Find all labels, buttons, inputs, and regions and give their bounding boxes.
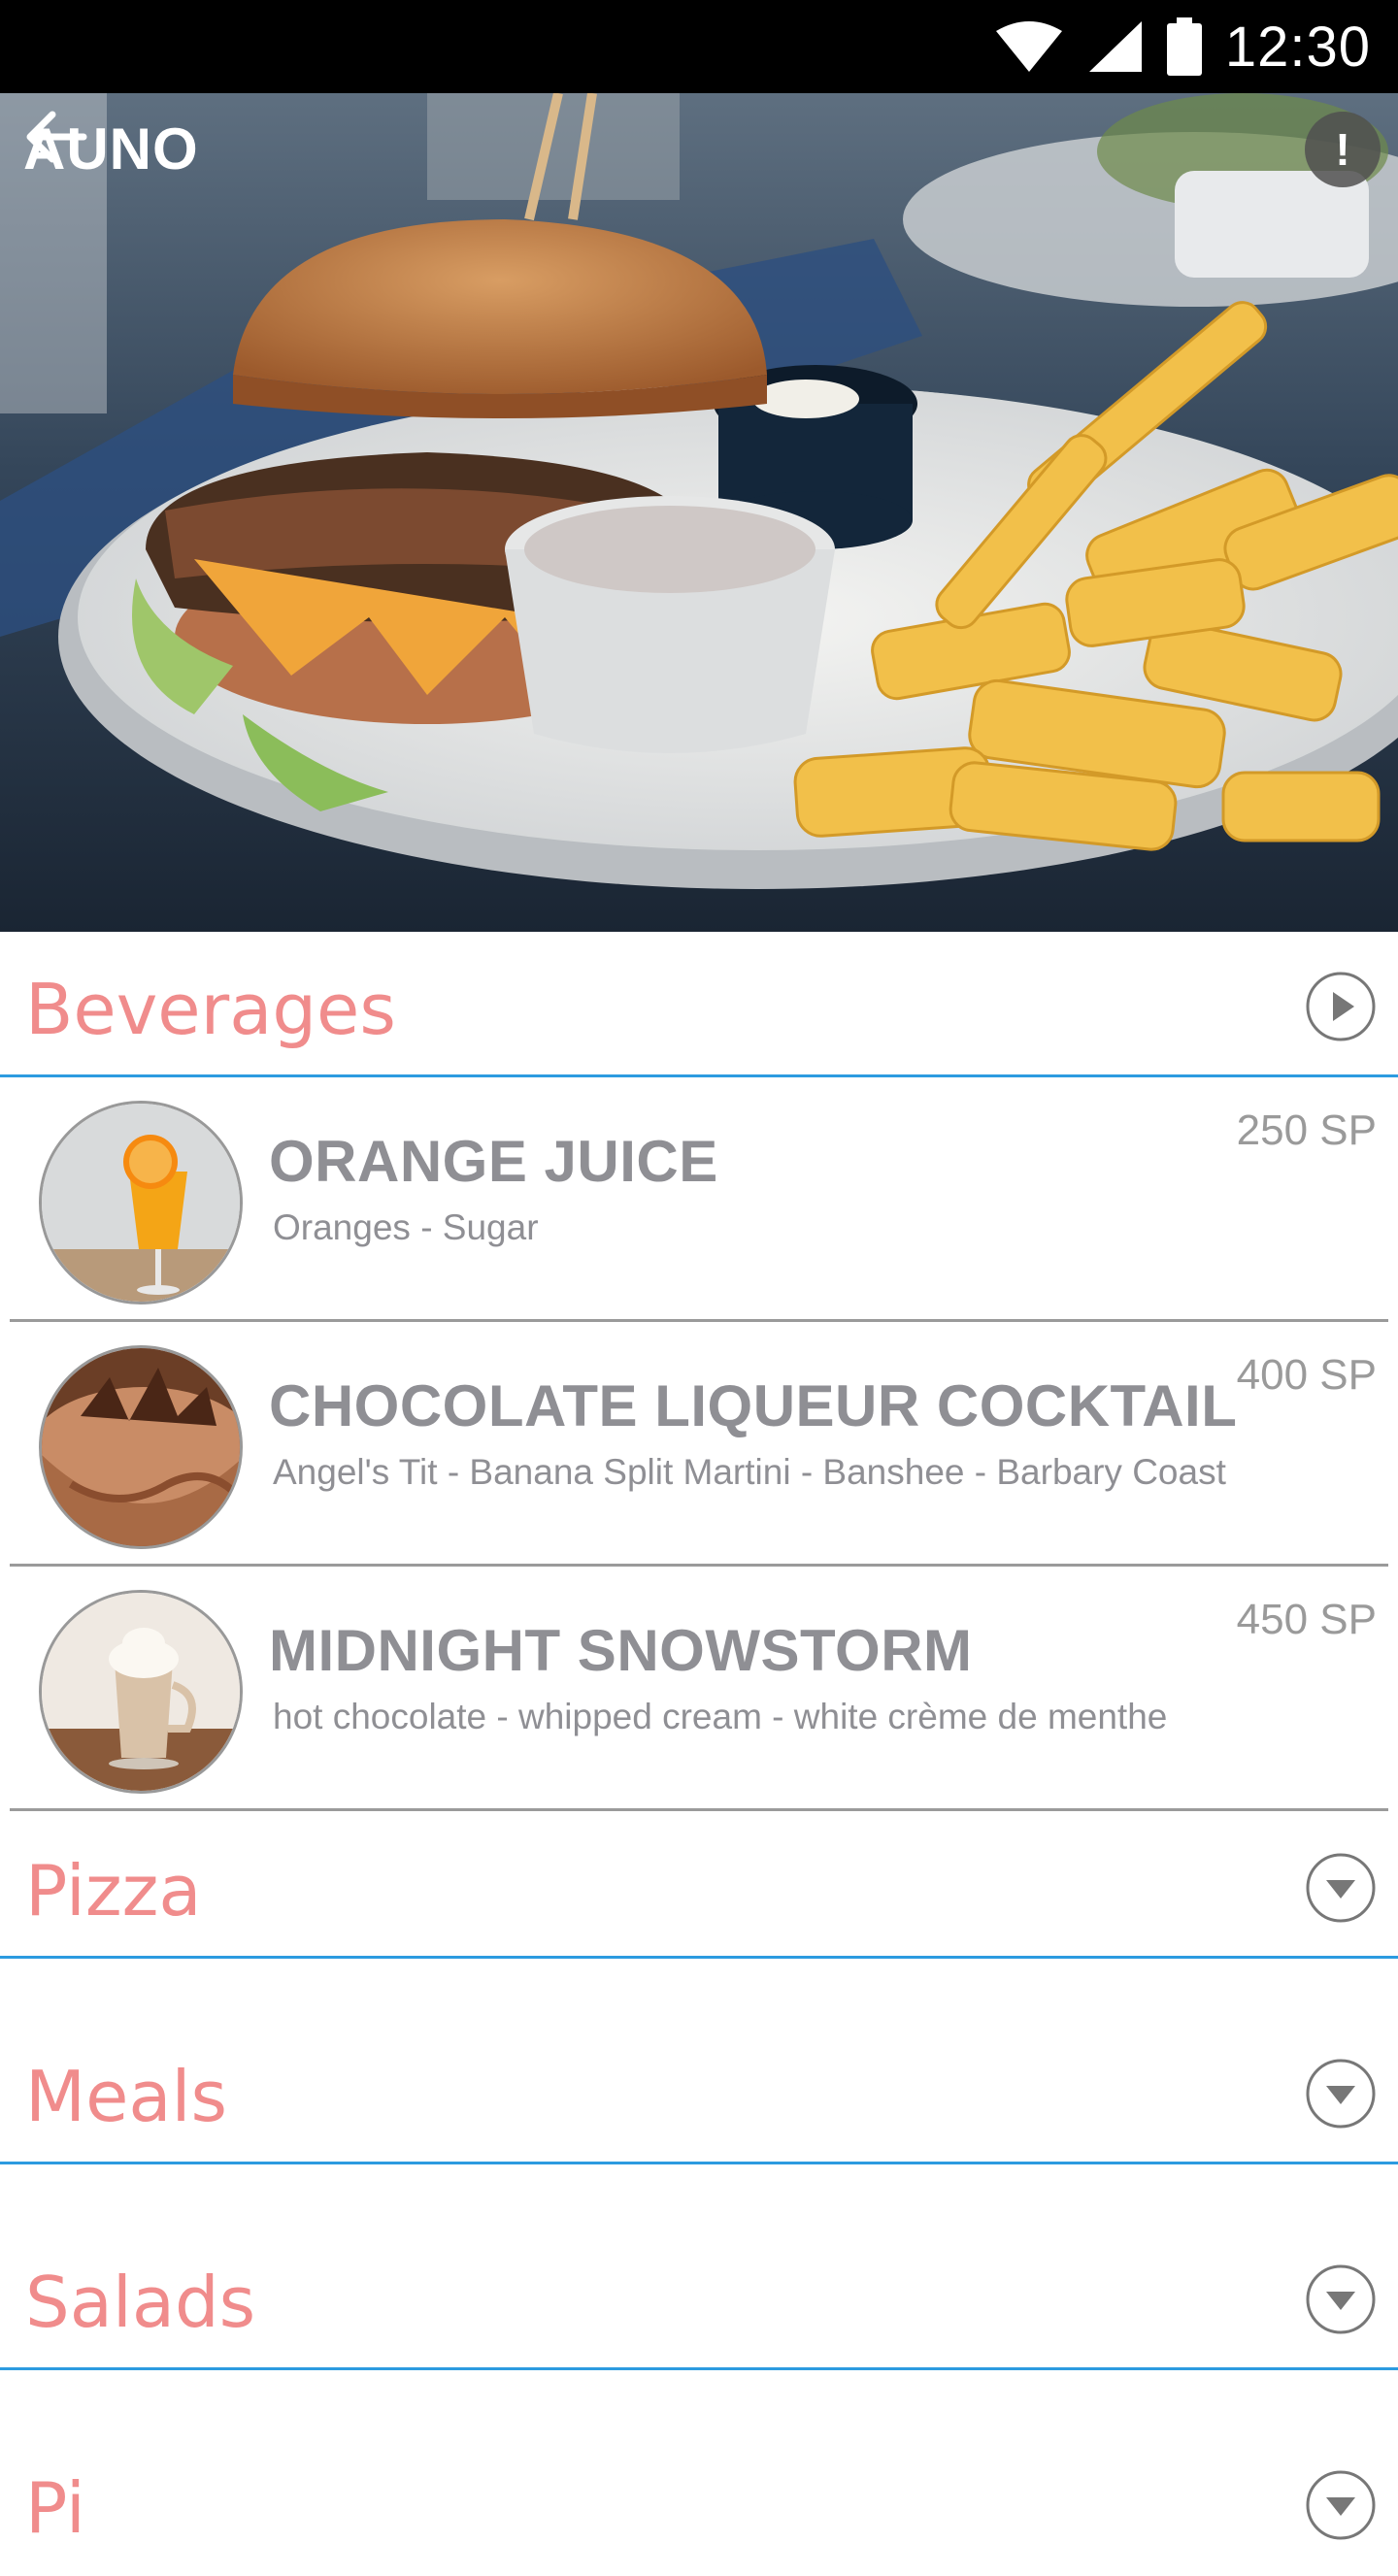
wifi-icon [995, 21, 1062, 72]
food-photo [0, 93, 1398, 932]
chevron-down-circle-icon[interactable] [1305, 2058, 1377, 2130]
status-bar: 12:30 [0, 0, 1398, 93]
chevron-down-circle-icon[interactable] [1305, 1852, 1377, 1924]
chevron-right-circle-icon[interactable] [1305, 971, 1377, 1042]
item-thumbnail [39, 1345, 243, 1549]
item-price: 400 SP [1236, 1351, 1377, 1399]
item-description: hot chocolate - whipped cream - white cr… [273, 1697, 1168, 1736]
category-meals[interactable]: Meals [0, 2019, 1398, 2164]
item-thumbnail [39, 1101, 243, 1305]
info-button[interactable]: ! [1305, 112, 1381, 187]
chevron-down-circle-icon[interactable] [1305, 2469, 1377, 2541]
item-name: CHOCOLATE LIQUEUR COCKTAIL [269, 1373, 1238, 1438]
item-price: 250 SP [1236, 1106, 1377, 1154]
chevron-down-circle-icon[interactable] [1305, 2263, 1377, 2335]
category-pizza[interactable]: Pizza [0, 1813, 1398, 1959]
category-title: Meals [25, 2056, 228, 2137]
category-title: Pizza [25, 1850, 202, 1932]
item-thumbnail [39, 1590, 243, 1794]
item-description: Oranges - Sugar [273, 1207, 539, 1247]
item-price: 450 SP [1236, 1596, 1377, 1643]
battery-icon [1166, 17, 1202, 76]
app-bar: AUNO [23, 105, 199, 192]
category-title: Beverages [25, 969, 396, 1050]
hero-image: AUNO ! [0, 93, 1398, 932]
category-beverages[interactable]: Beverages [0, 932, 1398, 1077]
status-time: 12:30 [1224, 15, 1371, 79]
item-name: ORANGE JUICE [269, 1129, 718, 1194]
back-arrow-icon[interactable] [23, 105, 87, 169]
menu-item-orange-juice[interactable]: ORANGE JUICE Oranges - Sugar 250 SP [0, 1077, 1398, 1322]
status-icons: 12:30 [994, 0, 1371, 93]
category-divider [0, 1956, 1398, 1959]
item-name: MIDNIGHT SNOWSTORM [269, 1618, 973, 1683]
category-divider [0, 2162, 1398, 2164]
item-divider [10, 1808, 1388, 1811]
info-icon: ! [1335, 124, 1350, 175]
menu-item-chocolate-liqueur-cocktail[interactable]: CHOCOLATE LIQUEUR COCKTAIL Angel's Tit -… [0, 1322, 1398, 1567]
item-description: Angel's Tit - Banana Split Martini - Ban… [273, 1452, 1226, 1492]
category-divider [0, 2367, 1398, 2370]
category-title: Pi [25, 2467, 85, 2549]
category-salads[interactable]: Salads [0, 2225, 1398, 2370]
category-partial[interactable]: Pi [0, 2430, 1398, 2576]
menu-item-midnight-snowstorm[interactable]: MIDNIGHT SNOWSTORM hot chocolate - whipp… [0, 1567, 1398, 1811]
signal-icon [1088, 21, 1142, 72]
category-title: Salads [25, 2262, 256, 2343]
